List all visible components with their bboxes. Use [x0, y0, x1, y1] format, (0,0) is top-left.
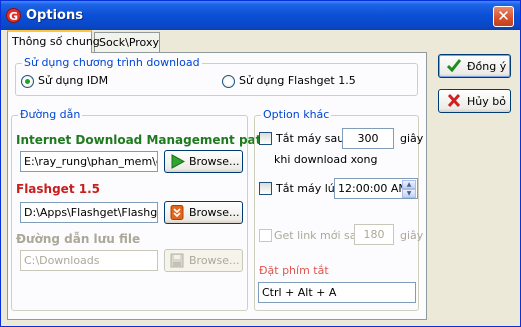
hotkey-input[interactable]: Ctrl + Alt + A [258, 282, 416, 303]
title-bar[interactable]: G Options ✕ [1, 1, 520, 30]
tab-general[interactable]: Thông số chung [7, 30, 100, 53]
paths-group: Đường dẫn Internet Download Management p… [11, 108, 270, 311]
use-flashget-radio[interactable] [222, 75, 235, 88]
cancel-label: Hủy bỏ [467, 95, 506, 108]
ok-label: Đồng ý [467, 60, 507, 73]
idm-browse-label: Browse... [189, 155, 240, 168]
shutdown-after-unit: giây [400, 132, 424, 145]
use-idm-label[interactable]: Sử dụng IDM [38, 74, 108, 87]
close-button[interactable]: ✕ [493, 6, 514, 27]
play-icon [171, 154, 185, 169]
flashget-icon [170, 205, 184, 220]
app-logo-icon: G [6, 8, 21, 23]
shutdown-at-time-picker[interactable]: 12:00:00 AM ▲ ▼ [334, 178, 418, 199]
download-program-group: Sử dụng chương trình download Sử dụng ID… [15, 56, 418, 96]
shutdown-after-checkbox[interactable] [259, 132, 272, 145]
flashget-browse-label: Browse... [189, 206, 240, 219]
save-browse-button[interactable]: Browse... [164, 249, 243, 272]
flashget-browse-button[interactable]: Browse... [164, 201, 243, 224]
other-options-legend: Option khác [261, 108, 332, 121]
flashget-path-heading: Flashget 1.5 [16, 182, 100, 196]
other-options-group: Option khác Tắt máy sau 300 giây khi dow… [254, 108, 423, 311]
shutdown-after-note: khi download xong [274, 153, 378, 166]
options-window: G Options ✕ Thông số chung Sock\Proxy Sử… [0, 0, 521, 327]
ok-button[interactable]: Đồng ý [438, 54, 511, 78]
cancel-button[interactable]: Hủy bỏ [438, 89, 511, 113]
check-icon [446, 59, 462, 73]
shutdown-at-label[interactable]: Tắt máy lúc [276, 182, 341, 195]
general-tab-panel: Sử dụng chương trình download Sử dụng ID… [7, 52, 427, 320]
shutdown-at-checkbox[interactable] [259, 182, 272, 195]
use-flashget-label[interactable]: Sử dụng Flashget 1.5 [239, 74, 356, 87]
x-icon [447, 93, 461, 108]
save-path-heading: Đường dẫn lưu file [16, 232, 141, 246]
idm-path-input[interactable]: E:\ray_rung\phan_mem\do [20, 151, 158, 172]
shutdown-at-time-value: 12:00:00 AM [338, 182, 408, 195]
paths-legend: Đường dẫn [18, 108, 83, 121]
flashget-path-input[interactable]: D:\Apps\Flashget\Flashget [20, 202, 158, 223]
get-link-unit: giây [400, 229, 424, 242]
window-title: Options [26, 8, 83, 23]
save-browse-label: Browse... [189, 254, 240, 267]
shutdown-after-label[interactable]: Tắt máy sau [276, 132, 344, 145]
time-up-icon[interactable]: ▲ [402, 180, 416, 189]
save-path-input[interactable]: C:\Downloads [20, 250, 158, 271]
time-down-icon[interactable]: ▼ [402, 189, 416, 198]
download-program-legend: Sử dụng chương trình download [22, 56, 202, 69]
hotkey-heading: Đặt phím tắt [259, 264, 329, 277]
idm-path-heading: Internet Download Management path [16, 133, 270, 147]
use-idm-radio[interactable] [21, 75, 34, 88]
shutdown-after-input[interactable]: 300 [342, 128, 394, 149]
get-link-label[interactable]: Get link mới sau [274, 229, 364, 242]
tab-sock-proxy[interactable]: Sock\Proxy [94, 32, 160, 53]
get-link-input[interactable]: 180 [354, 224, 394, 245]
get-link-checkbox[interactable] [259, 229, 272, 242]
idm-browse-button[interactable]: Browse... [164, 150, 243, 173]
disk-icon [170, 253, 184, 268]
